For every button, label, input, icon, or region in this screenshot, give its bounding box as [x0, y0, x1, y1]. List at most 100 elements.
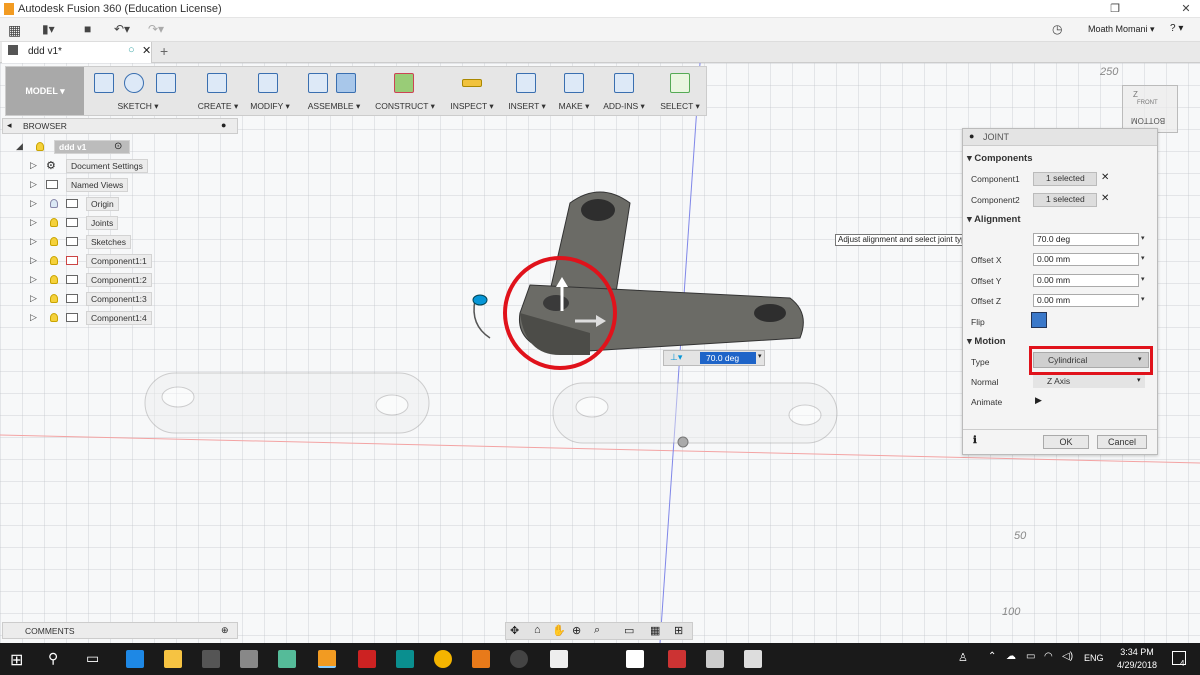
component1-selector[interactable]: 1 selected	[1033, 172, 1097, 186]
visibility-bulb-icon[interactable]	[50, 237, 58, 246]
animate-play-icon[interactable]: ▶	[1035, 395, 1042, 406]
visibility-bulb-icon[interactable]	[50, 256, 58, 265]
motion-type-dropdown-icon[interactable]: ▾	[1138, 355, 1142, 363]
cancel-button[interactable]: Cancel	[1097, 435, 1147, 449]
offset-y-dropdown-icon[interactable]: ▾	[1141, 275, 1145, 283]
toolbar-group-sketch[interactable]: SKETCH ▾	[88, 67, 188, 115]
component1-1-label[interactable]: Component1:1	[86, 254, 152, 268]
undo-icon[interactable]: ↶▾	[114, 22, 130, 36]
save-icon[interactable]: ■	[84, 22, 91, 36]
expand-icon[interactable]: ▷	[30, 293, 37, 304]
sketches-label[interactable]: Sketches	[86, 235, 131, 249]
3d-print-icon[interactable]	[564, 73, 584, 93]
zoom-icon[interactable]: ⊕	[572, 624, 581, 637]
new-tab-icon[interactable]: +	[160, 43, 168, 59]
offset-z-field[interactable]: 0.00 mm	[1033, 294, 1139, 307]
angle-type-icon[interactable]: ⊥▾	[670, 352, 682, 363]
browser-panel-header[interactable]: ◂ BROWSER ●	[2, 118, 238, 134]
viewcube[interactable]: Z FRONT BOTTOM	[1122, 85, 1178, 133]
browser-pin-icon[interactable]: ●	[221, 120, 226, 130]
expand-icon[interactable]: ▷	[30, 312, 37, 323]
measure-icon[interactable]	[462, 79, 482, 87]
offset-z-dropdown-icon[interactable]: ▾	[1141, 295, 1145, 303]
visibility-bulb-icon[interactable]	[50, 294, 58, 303]
new-component-icon[interactable]	[308, 73, 328, 93]
app-icon-3[interactable]	[626, 650, 644, 668]
press-pull-icon[interactable]	[258, 73, 278, 93]
offset-x-dropdown-icon[interactable]: ▾	[1141, 254, 1145, 262]
expand-icon[interactable]: ▷	[30, 236, 37, 247]
toolbar-group-modify[interactable]: MODIFY ▾	[246, 67, 294, 115]
tab-close-icon[interactable]: ✕	[142, 44, 151, 57]
toolbar-group-make[interactable]: MAKE ▾	[554, 67, 594, 115]
expand-icon[interactable]: ▷	[30, 274, 37, 285]
workspace-switcher[interactable]: MODEL ▾	[6, 67, 84, 115]
toolbar-group-addins[interactable]: ADD-INS ▾	[602, 67, 646, 115]
people-icon[interactable]: ♙	[958, 651, 968, 664]
paint-icon[interactable]	[550, 650, 568, 668]
app-icon-4[interactable]	[668, 650, 686, 668]
display-settings-icon[interactable]: ▭	[624, 624, 634, 637]
joint-dialog-header[interactable]: ● JOINT	[963, 129, 1157, 146]
visibility-bulb-icon[interactable]	[50, 199, 58, 208]
offset-y-field[interactable]: 0.00 mm	[1033, 274, 1139, 287]
select-icon[interactable]	[670, 73, 690, 93]
component1-2-label[interactable]: Component1:2	[86, 273, 152, 287]
origin-label[interactable]: Origin	[86, 197, 119, 211]
comments-panel[interactable]: COMMENTS ⊕	[2, 622, 238, 639]
scripts-icon[interactable]	[614, 73, 634, 93]
orbit-icon[interactable]: ✥	[510, 624, 519, 637]
dialog-collapse-icon[interactable]: ●	[969, 131, 974, 141]
line-icon[interactable]	[124, 73, 144, 93]
pan-icon[interactable]: ✋	[552, 624, 566, 637]
canvas-angle-widget[interactable]: ⊥▾ 70.0 deg ▾	[663, 350, 765, 366]
expand-icon[interactable]: ▷	[30, 217, 37, 228]
visibility-bulb-icon[interactable]	[50, 218, 58, 227]
snipping-icon[interactable]	[706, 650, 724, 668]
toolbar-group-construct[interactable]: CONSTRUCT ▾	[374, 67, 436, 115]
mail-icon[interactable]	[240, 650, 258, 668]
toolbar-group-insert[interactable]: INSERT ▾	[506, 67, 548, 115]
fusion360-taskbar-icon[interactable]	[318, 650, 336, 668]
expand-root-icon[interactable]: ◢	[16, 141, 23, 152]
component1-3-label[interactable]: Component1:3	[86, 292, 152, 306]
joints-label[interactable]: Joints	[86, 216, 119, 230]
joint-icon[interactable]	[336, 73, 356, 93]
expand-icon[interactable]: ▷	[30, 179, 37, 190]
look-at-icon[interactable]: ⌂	[534, 624, 541, 636]
fit-icon[interactable]: ⌕	[594, 624, 600, 637]
components-section-toggle[interactable]: ▾ Components	[967, 153, 1032, 164]
clock-time[interactable]: 3:34 PM	[1112, 647, 1162, 657]
redo-icon[interactable]: ↷▾	[148, 22, 164, 36]
wifi-icon[interactable]: ◠	[1044, 651, 1053, 662]
create-sketch-icon[interactable]	[94, 73, 114, 93]
windows-start-icon[interactable]: ⊞	[10, 650, 23, 670]
visibility-bulb-icon[interactable]	[50, 275, 58, 284]
angle-dropdown-icon[interactable]: ▾	[1141, 234, 1145, 242]
chrome-icon[interactable]	[434, 650, 452, 668]
comments-add-icon[interactable]: ⊕	[221, 625, 229, 636]
toolbar-group-inspect[interactable]: INSPECT ▾	[446, 67, 498, 115]
app-icon[interactable]	[278, 650, 296, 668]
grid-menu-icon[interactable]: ▦	[8, 22, 21, 39]
named-views-label[interactable]: Named Views	[66, 178, 129, 192]
solidworks-icon[interactable]	[358, 650, 376, 668]
file-icon[interactable]: ▮▾	[42, 22, 55, 36]
extrude-icon[interactable]	[207, 73, 227, 93]
clock-date[interactable]: 4/29/2018	[1110, 660, 1164, 670]
component1-4-label[interactable]: Component1:4	[86, 311, 152, 325]
info-icon[interactable]: ℹ	[973, 435, 977, 446]
close-icon[interactable]: ✕	[1176, 2, 1196, 15]
normal-select[interactable]: Z Axis ▾	[1033, 375, 1145, 388]
offset-plane-icon[interactable]	[394, 73, 414, 93]
document-tab[interactable]: ddd v1* ○ ✕	[2, 42, 152, 63]
rectangle-icon[interactable]	[156, 73, 176, 93]
task-view-icon[interactable]: ▭	[86, 650, 99, 667]
expand-icon[interactable]: ▷	[30, 255, 37, 266]
canvas-angle-input[interactable]: 70.0 deg	[700, 352, 756, 364]
visibility-bulb-icon[interactable]	[36, 142, 44, 151]
volume-icon[interactable]: ◁)	[1062, 651, 1073, 662]
browser-collapse-icon[interactable]: ◂	[7, 120, 12, 131]
visibility-bulb-icon[interactable]	[50, 313, 58, 322]
motion-section-toggle[interactable]: ▾ Motion	[967, 336, 1006, 347]
